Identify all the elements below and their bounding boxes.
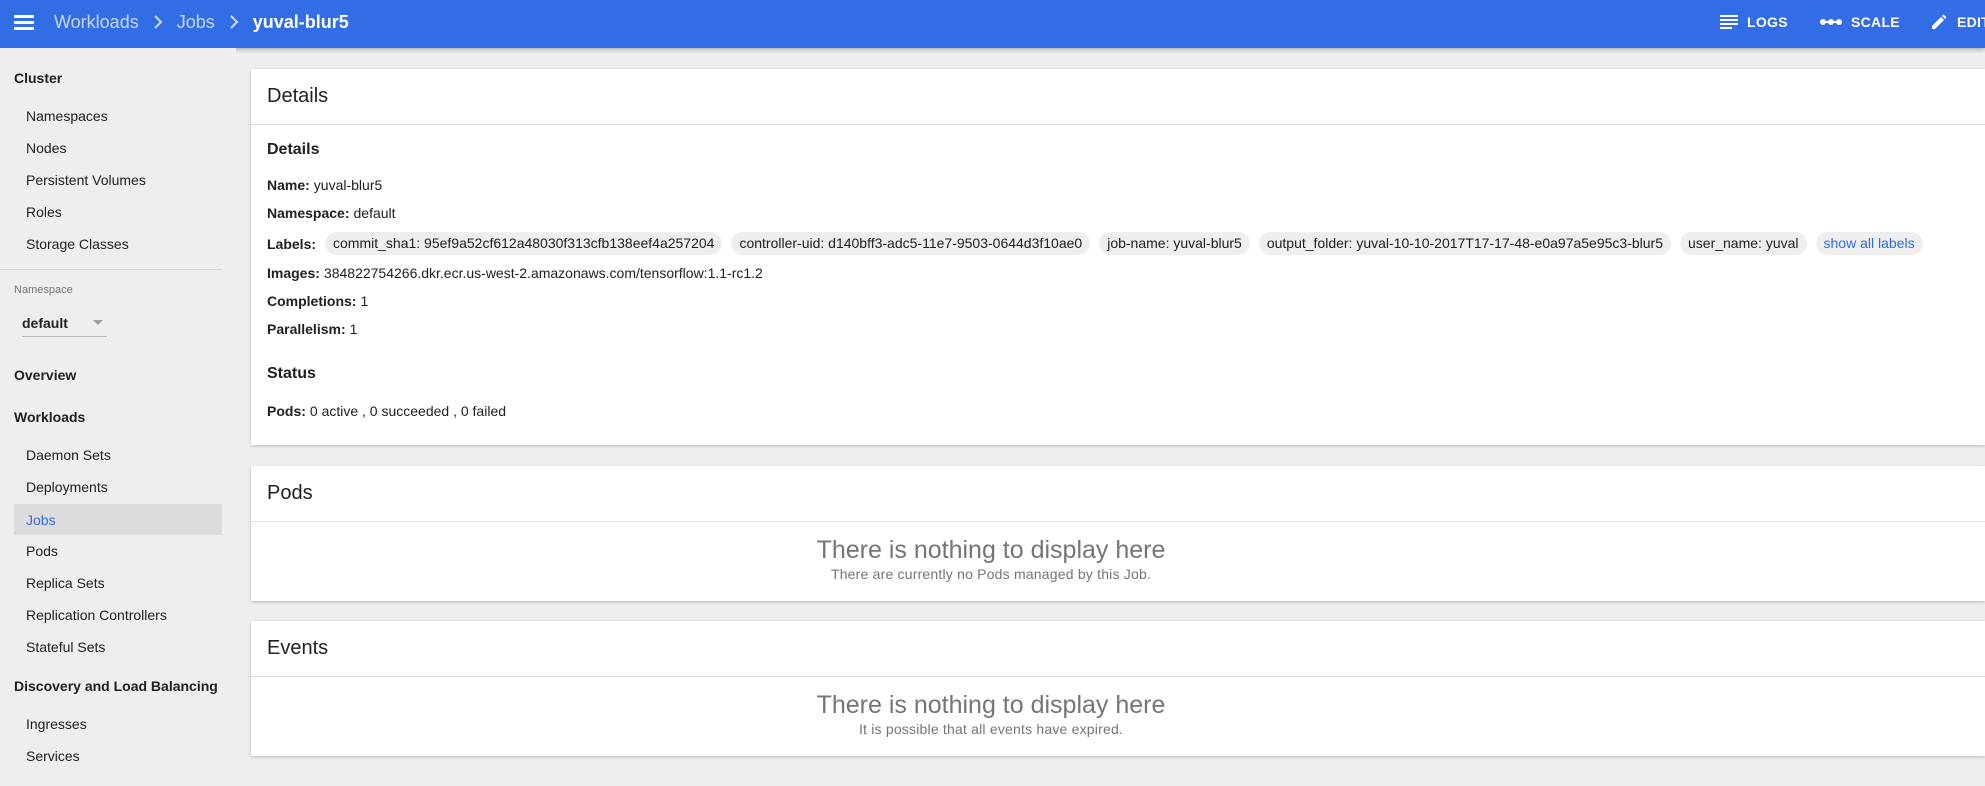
name-key: Name: [267, 177, 310, 193]
chevron-right-icon [151, 15, 165, 29]
edit-label: EDIT [1957, 14, 1985, 30]
breadcrumb-jobs[interactable]: Jobs [177, 12, 215, 33]
sidebar-item-replication-controllers[interactable]: Replication Controllers [14, 599, 222, 630]
label-chip: commit_sha1: 95ef9a52cf612a48030f313cfb1… [325, 232, 723, 255]
caret-down-icon [93, 320, 103, 325]
sidebar-item-deployments[interactable]: Deployments [14, 471, 222, 502]
empty-state-message: It is possible that all events have expi… [858, 721, 1124, 737]
sidebar-section-workloads[interactable]: Workloads [14, 409, 85, 425]
scale-button[interactable]: SCALE [1820, 0, 1900, 44]
show-all-labels-link[interactable]: show all labels [1815, 232, 1923, 255]
sidebar-item-storage-classes[interactable]: Storage Classes [14, 228, 222, 259]
namespace-select[interactable]: default [22, 309, 107, 337]
sidebar-item-ingresses[interactable]: Ingresses [14, 708, 222, 739]
images-row: Images: 384822754266.dkr.ecr.us-west-2.a… [267, 265, 763, 281]
completions-row: Completions: 1 [267, 293, 368, 309]
sidebar-item-nodes[interactable]: Nodes [14, 132, 222, 163]
chevron-right-icon [227, 15, 241, 29]
parallelism-key: Parallelism: [267, 321, 346, 337]
card-title: Details [251, 69, 1985, 125]
edit-button[interactable]: EDIT [1930, 0, 1985, 44]
parallelism-value: 1 [349, 321, 358, 337]
namespace-key: Namespace: [267, 205, 350, 221]
scale-icon [1820, 19, 1842, 25]
labels-key: Labels: [267, 235, 317, 252]
details-subtitle: Details [267, 141, 320, 158]
pods-value: 0 active , 0 succeeded , 0 failed [309, 403, 507, 419]
sidebar-item-services[interactable]: Services [14, 740, 222, 771]
label-chip: user_name: yuval [1680, 232, 1807, 255]
labels-row: Labels: commit_sha1: 95ef9a52cf612a48030… [267, 232, 1923, 255]
completions-value: 1 [360, 293, 369, 309]
label-chip: job-name: yuval-blur5 [1099, 232, 1250, 255]
name-row: Name: yuval-blur5 [267, 177, 382, 193]
sidebar-item-pods[interactable]: Pods [14, 535, 222, 566]
card-title: Events [251, 621, 1985, 677]
images-value: 384822754266.dkr.ecr.us-west-2.amazonaws… [323, 265, 763, 281]
edit-icon [1932, 14, 1947, 29]
namespace-label: Namespace [14, 284, 73, 296]
logs-label: LOGS [1747, 14, 1788, 30]
sidebar-item-roles[interactable]: Roles [14, 196, 222, 227]
namespace-row: Namespace: default [267, 205, 396, 221]
empty-state-title: There is nothing to display here [816, 536, 1166, 564]
namespace-value: default [353, 205, 396, 221]
completions-key: Completions: [267, 293, 357, 309]
sidebar-item-namespaces[interactable]: Namespaces [14, 100, 222, 131]
name-value: yuval-blur5 [313, 177, 383, 193]
logs-button[interactable]: LOGS [1720, 0, 1788, 44]
namespace-value: default [22, 314, 68, 331]
details-card: Details Details Name: yuval-blur5 Namesp… [251, 69, 1985, 445]
breadcrumb-workloads[interactable]: Workloads [54, 12, 139, 33]
scale-label: SCALE [1851, 14, 1900, 30]
sidebar-item-persistent-volumes[interactable]: Persistent Volumes [14, 164, 222, 195]
images-key: Images: [267, 265, 320, 281]
logs-icon [1720, 15, 1738, 29]
label-chip: output_folder: yuval-10-10-2017T17-17-48… [1258, 232, 1671, 255]
parallelism-row: Parallelism: 1 [267, 321, 357, 337]
sidebar: Cluster Namespaces Nodes Persistent Volu… [0, 48, 236, 786]
breadcrumb: Workloads Jobs yuval-blur5 [54, 0, 349, 44]
pods-card: Pods There is nothing to display here Th… [251, 466, 1985, 601]
sidebar-item-stateful-sets[interactable]: Stateful Sets [14, 631, 222, 662]
breadcrumb-current: yuval-blur5 [252, 11, 349, 32]
sidebar-item-jobs[interactable]: Jobs [14, 504, 222, 535]
pods-key: Pods: [267, 403, 306, 419]
empty-state-message: There are currently no Pods managed by t… [830, 566, 1152, 582]
card-title: Pods [251, 466, 1985, 522]
status-subtitle: Status [267, 365, 316, 382]
sidebar-item-daemon-sets[interactable]: Daemon Sets [14, 439, 222, 470]
sidebar-section-overview[interactable]: Overview [14, 367, 76, 383]
label-chip: controller-uid: d140bff3-adc5-11e7-9503-… [731, 232, 1091, 255]
sidebar-divider [0, 269, 222, 270]
empty-state-title: There is nothing to display here [816, 691, 1166, 719]
top-bar: Workloads Jobs yuval-blur5 LOGS SCALE ED… [0, 0, 1985, 48]
menu-icon[interactable] [12, 10, 36, 34]
pods-status-row: Pods: 0 active , 0 succeeded , 0 failed [267, 403, 506, 419]
events-card: Events There is nothing to display here … [251, 621, 1985, 756]
sidebar-section-discovery[interactable]: Discovery and Load Balancing [14, 678, 218, 694]
sidebar-section-cluster[interactable]: Cluster [14, 70, 62, 86]
sidebar-item-replica-sets[interactable]: Replica Sets [14, 567, 222, 598]
